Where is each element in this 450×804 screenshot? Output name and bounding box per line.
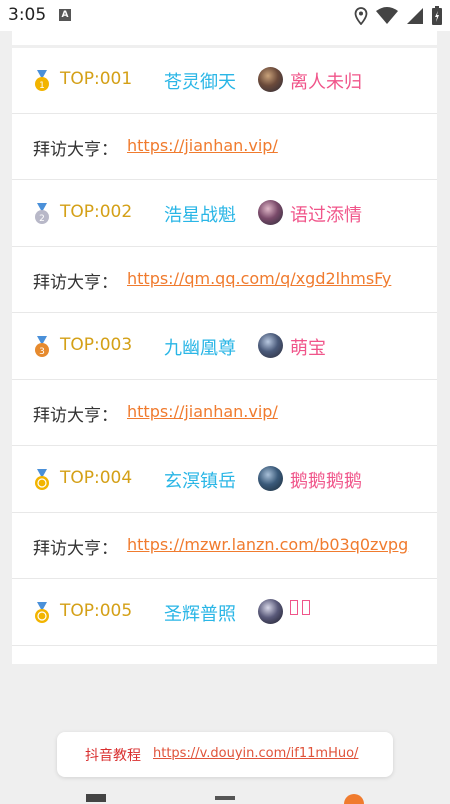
app-notification-icon: A xyxy=(59,9,71,21)
user-name: 鹅鹅鹅鹅 xyxy=(290,471,362,492)
rank-number: TOP:002 xyxy=(60,202,133,222)
svg-text:1: 1 xyxy=(39,81,45,91)
svg-text:3: 3 xyxy=(39,347,45,357)
visit-link[interactable]: https://jianhan.vip/ xyxy=(127,402,278,421)
visit-label: 拜访大亨： xyxy=(33,539,118,559)
avatar xyxy=(258,466,283,491)
visit-row-3: 拜访大亨： https://jianhan.vip/ xyxy=(12,380,437,446)
battery-icon xyxy=(432,6,442,25)
avatar xyxy=(258,333,283,358)
rank-number: TOP:001 xyxy=(60,69,133,89)
bottom-nav-bar xyxy=(0,790,450,804)
grid-icon[interactable] xyxy=(86,794,106,802)
visit-label: 拜访大亨： xyxy=(33,406,118,426)
rank-title: 苍灵御天 xyxy=(164,72,236,93)
silver-medal-icon: 2 xyxy=(35,203,49,224)
rank-title: 九幽凰尊 xyxy=(164,338,236,359)
avatar xyxy=(258,200,283,225)
leaderboard-card: 1 TOP:001 苍灵御天 离人未归 拜访大亨： https://jianha… xyxy=(12,48,437,664)
visit-label: 拜访大亨： xyxy=(33,140,118,160)
user-name: 语过添情 xyxy=(290,205,362,226)
location-icon xyxy=(354,6,368,25)
medal-icon xyxy=(35,602,49,623)
visit-link[interactable]: https://qm.qq.com/q/xgd2lhmsFy xyxy=(127,269,391,288)
user-name: 萌宝 xyxy=(290,338,326,359)
status-bar: 3:05 A xyxy=(0,0,450,31)
rank-number: TOP:003 xyxy=(60,335,133,355)
gold-medal-icon: 1 xyxy=(35,70,49,91)
status-time: 3:05 xyxy=(8,5,47,25)
menu-icon[interactable] xyxy=(215,796,235,800)
rank-row-2[interactable]: 2 TOP:002 浩星战魁 语过添情 xyxy=(12,181,437,247)
user-name-missing-glyph xyxy=(290,600,311,619)
visit-row-2: 拜访大亨： https://qm.qq.com/q/xgd2lhmsFy xyxy=(12,247,437,313)
tutorial-link[interactable]: https://v.douyin.com/if11mHuo/ xyxy=(153,746,358,761)
rank-title: 玄溟镇岳 xyxy=(164,471,236,492)
visit-row-1: 拜访大亨： https://jianhan.vip/ xyxy=(12,114,437,180)
visit-row-5-partial xyxy=(12,646,437,664)
profile-icon[interactable] xyxy=(344,794,364,804)
rank-number: TOP:004 xyxy=(60,468,133,488)
wifi-icon xyxy=(376,6,398,24)
rank-title: 圣辉普照 xyxy=(164,604,236,625)
rank-number: TOP:005 xyxy=(60,601,133,621)
tutorial-label: 抖音教程 xyxy=(85,748,141,764)
bronze-medal-icon: 3 xyxy=(35,336,49,357)
rank-title: 浩星战魁 xyxy=(164,205,236,226)
footer-tutorial-pill[interactable]: 抖音教程 https://v.douyin.com/if11mHuo/ xyxy=(57,732,393,777)
rank-row-4[interactable]: TOP:004 玄溟镇岳 鹅鹅鹅鹅 xyxy=(12,447,437,513)
svg-text:2: 2 xyxy=(39,214,45,224)
visit-link[interactable]: https://mzwr.lanzn.com/b03q0zvpg xyxy=(127,535,408,554)
rank-row-5[interactable]: TOP:005 圣辉普照 xyxy=(12,580,437,646)
visit-label: 拜访大亨： xyxy=(33,273,118,293)
avatar xyxy=(258,599,283,624)
signal-icon xyxy=(407,7,423,24)
rank-row-3[interactable]: 3 TOP:003 九幽凰尊 萌宝 xyxy=(12,314,437,380)
avatar xyxy=(258,67,283,92)
visit-link[interactable]: https://jianhan.vip/ xyxy=(127,136,278,155)
medal-icon xyxy=(35,469,49,490)
previous-card-edge xyxy=(12,31,437,45)
user-name: 离人未归 xyxy=(290,72,362,93)
rank-row-1[interactable]: 1 TOP:001 苍灵御天 离人未归 xyxy=(12,48,437,114)
visit-row-4: 拜访大亨： https://mzwr.lanzn.com/b03q0zvpg xyxy=(12,513,437,579)
